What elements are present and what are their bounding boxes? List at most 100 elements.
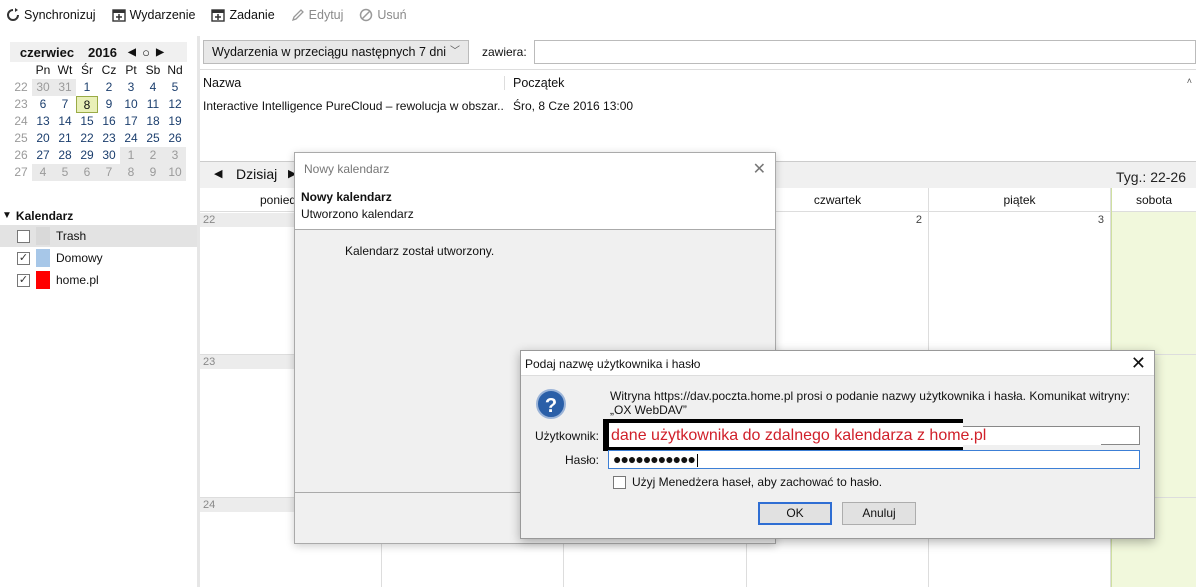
day-cell[interactable]: 29	[76, 147, 98, 164]
day-cell[interactable]: 1	[120, 147, 142, 164]
close-icon[interactable]: ✕	[1131, 353, 1146, 374]
text-cursor	[697, 453, 699, 467]
day-cell[interactable]: 6	[76, 164, 98, 181]
day-cell[interactable]: 9	[98, 96, 120, 113]
day-cell[interactable]: 10	[164, 164, 186, 181]
day-cell[interactable]: 21	[54, 130, 76, 147]
date-range-select[interactable]: Wydarzenia w przeciągu następnych 7 dni …	[203, 40, 469, 64]
ok-button[interactable]: OK	[758, 502, 832, 525]
day-cell[interactable]: 22	[76, 130, 98, 147]
calendar-item[interactable]: ✓ home.pl	[0, 269, 197, 291]
day-cell[interactable]: 19	[164, 113, 186, 130]
day-cell[interactable]: 24	[120, 130, 142, 147]
day-cell[interactable]: 9	[142, 164, 164, 181]
day-cell[interactable]: 14	[54, 113, 76, 130]
auth-message: Witryna https://dav.poczta.home.pl prosi…	[610, 389, 1131, 417]
wizard-header: Nowy kalendarz Utworzono kalendarz	[295, 184, 775, 230]
day-cell[interactable]: 18	[142, 113, 164, 130]
chevron-down-icon: ﹀	[450, 46, 460, 57]
day-cell[interactable]: 28	[54, 147, 76, 164]
remember-password-row[interactable]: Użyj Menedżera haseł, aby zachować to ha…	[613, 475, 882, 489]
day-cell[interactable]: 4	[142, 79, 164, 96]
day-cell[interactable]: 31	[54, 79, 76, 96]
next-month-icon[interactable]: ▶	[153, 47, 167, 58]
sync-icon	[6, 8, 20, 22]
day-cell[interactable]: 3	[164, 147, 186, 164]
edit-button[interactable]: Edytuj	[291, 8, 344, 22]
calendar-checkbox[interactable]	[17, 229, 30, 243]
cancel-button[interactable]: Anuluj	[842, 502, 916, 525]
year-label[interactable]: 2016	[80, 45, 125, 60]
new-task-button[interactable]: Zadanie	[211, 8, 275, 22]
day-cell[interactable]: 11	[142, 96, 164, 113]
weekday-header: Pt	[125, 63, 137, 77]
today-circle-icon[interactable]: ○	[139, 45, 153, 60]
sync-button[interactable]: Synchronizuj	[6, 8, 96, 22]
prev-month-icon[interactable]: ◀	[125, 47, 139, 58]
weekday-header: Pn	[35, 63, 51, 77]
search-input[interactable]	[534, 40, 1196, 64]
calendar-list: ▼ Kalendarz Trash ✓ Domowy ✓ home.pl	[0, 206, 197, 291]
day-cell[interactable]: 5	[164, 79, 186, 96]
month-label[interactable]: czerwiec	[10, 45, 80, 60]
event-name: Interactive Intelligence PureCloud – rew…	[203, 99, 505, 113]
password-field[interactable]: ●●●●●●●●●●●	[608, 450, 1140, 469]
day-cell[interactable]: 25	[142, 130, 164, 147]
column-start-header[interactable]: Początek	[505, 76, 564, 90]
weekday-header: Sb	[145, 63, 161, 77]
auth-dialog: Podaj nazwę użytkownika i hasło ✕ ? Witr…	[520, 350, 1155, 539]
day-cell[interactable]: 4	[32, 164, 54, 181]
collapse-chevron-icon[interactable]: ▼	[2, 210, 12, 221]
prev-week-icon[interactable]: ◀	[214, 167, 222, 180]
calendar-list-header[interactable]: ▼ Kalendarz	[0, 206, 197, 225]
day-cell[interactable]: 2	[98, 79, 120, 96]
day-cell[interactable]: 3	[120, 79, 142, 96]
day-cell[interactable]: 6	[32, 96, 54, 113]
day-cell[interactable]: 5	[54, 164, 76, 181]
no-entry-icon	[359, 8, 373, 22]
column-name-header[interactable]: Nazwa	[200, 75, 505, 90]
date-range-value: Wydarzenia w przeciągu następnych 7 dni	[212, 45, 447, 59]
day-cell[interactable]: 8	[120, 164, 142, 181]
today-button[interactable]: Dzisiaj	[236, 166, 277, 182]
day-cell[interactable]: 17	[120, 113, 142, 130]
calendar-label: home.pl	[56, 273, 99, 287]
week-number: 26	[14, 148, 28, 162]
remember-password-label: Użyj Menedżera haseł, aby zachować to ha…	[632, 475, 883, 489]
day-cell[interactable]: 7	[98, 164, 120, 181]
day-cell[interactable]: 27	[32, 147, 54, 164]
day-cell[interactable]: 2	[142, 147, 164, 164]
dialog-titlebar: Nowy kalendarz ✕	[295, 153, 775, 184]
wizard-heading: Nowy kalendarz	[301, 190, 392, 204]
day-cell[interactable]: 30	[32, 79, 54, 96]
day-cell[interactable]: 16	[98, 113, 120, 130]
mini-calendar: czerwiec 2016 ◀ ○ ▶ Pn Wt Śr Cz Pt Sb Nd 22 30 31…	[10, 42, 187, 181]
day-cell[interactable]: 12	[164, 96, 186, 113]
question-icon: ?	[536, 389, 566, 419]
new-event-button[interactable]: Wydarzenie	[111, 8, 195, 22]
day-cell[interactable]: 26	[164, 130, 186, 147]
day-cell[interactable]: 1	[76, 79, 98, 96]
weekday-header: Wt	[57, 63, 73, 77]
password-label: Hasło:	[565, 453, 600, 467]
day-cell[interactable]: 30	[98, 147, 120, 164]
day-cell[interactable]: 15	[76, 113, 98, 130]
day-cell[interactable]: 23	[98, 130, 120, 147]
remember-password-checkbox[interactable]	[613, 475, 626, 489]
day-cell[interactable]: 13	[32, 113, 54, 130]
calendar-item[interactable]: ✓ Domowy	[0, 247, 197, 269]
close-icon[interactable]: ✕	[753, 159, 766, 179]
calendar-checkbox[interactable]: ✓	[17, 251, 30, 265]
delete-button[interactable]: Usuń	[359, 8, 407, 22]
calendar-item[interactable]: Trash	[0, 225, 197, 247]
day-cell-today[interactable]: 8	[76, 96, 98, 113]
calendar-color-swatch	[36, 249, 50, 267]
dialog-title: Podaj nazwę użytkownika i hasło	[525, 357, 701, 371]
edit-label: Edytuj	[308, 8, 344, 22]
event-list: Nazwa Początek Interactive Intelligence …	[200, 69, 1196, 161]
day-cell[interactable]: 20	[32, 130, 54, 147]
event-row[interactable]: Interactive Intelligence PureCloud – rew…	[200, 95, 1196, 117]
day-cell[interactable]: 10	[120, 96, 142, 113]
day-cell[interactable]: 7	[54, 96, 76, 113]
calendar-checkbox[interactable]: ✓	[17, 273, 30, 287]
